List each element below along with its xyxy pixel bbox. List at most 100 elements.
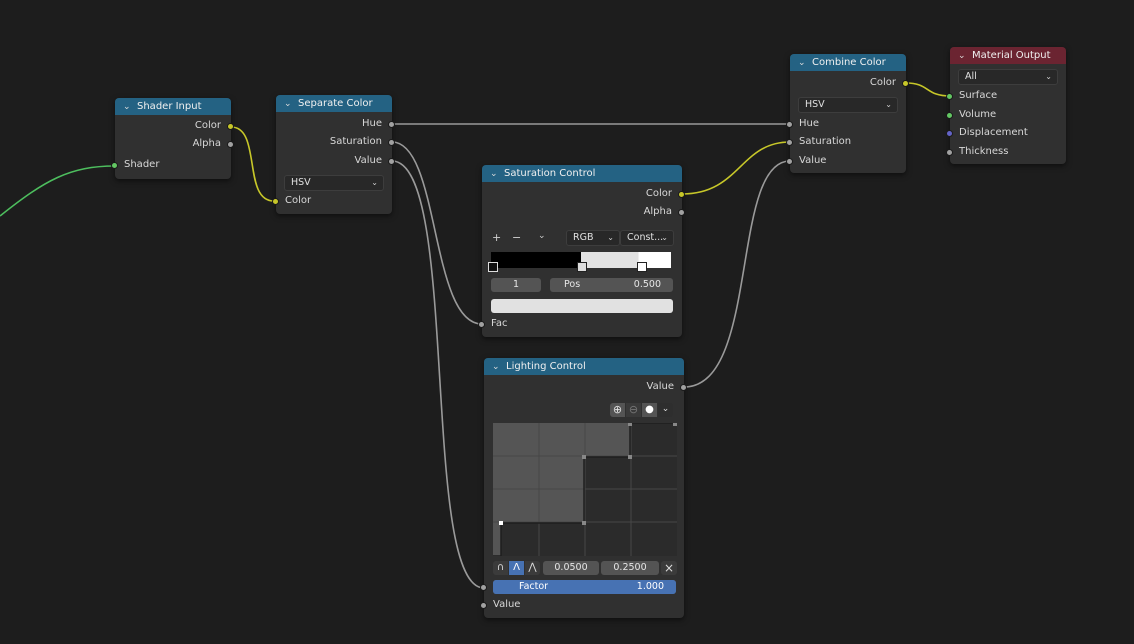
factor-slider[interactable]: Factor 1.000 bbox=[493, 580, 676, 594]
input-thickness-label: Thickness bbox=[959, 146, 1009, 157]
output-hue-label: Hue bbox=[361, 118, 382, 129]
input-displacement-socket[interactable] bbox=[946, 130, 953, 137]
input-value-socket[interactable] bbox=[480, 602, 487, 609]
curve-preset-row: ∩ Λ ⋀ 0.0500 0.2500 × bbox=[493, 561, 677, 575]
chevron-down-icon[interactable]: ⌄ bbox=[958, 51, 968, 61]
position-field[interactable]: Pos 0.500 bbox=[550, 278, 673, 292]
chevron-down-icon[interactable]: ⌄ bbox=[658, 403, 673, 417]
wire-saturation bbox=[391, 141, 483, 325]
node-title: Shader Input bbox=[137, 101, 202, 112]
position-label: Pos bbox=[564, 279, 581, 290]
input-hue-socket[interactable] bbox=[786, 121, 793, 128]
node-header[interactable]: ⌄ Saturation Control bbox=[482, 165, 682, 182]
ramp-stop-handle[interactable] bbox=[577, 262, 587, 272]
curve-tools: ⊕ ⊖ ● ⌄ bbox=[610, 403, 676, 417]
add-stop-button[interactable]: + bbox=[492, 231, 501, 244]
chevron-down-icon: ⌄ bbox=[1045, 72, 1052, 81]
output-alpha-socket[interactable] bbox=[227, 141, 234, 148]
active-stop-field[interactable]: 1 bbox=[491, 278, 541, 292]
chevron-down-icon[interactable]: ⌄ bbox=[492, 362, 502, 372]
node-material-output[interactable]: ⌄ Material Output All ⌄ Surface Volume Dis… bbox=[946, 47, 1066, 164]
node-shader-input[interactable]: ⌄ Shader Input Color Alpha Shader bbox=[111, 98, 234, 179]
factor-socket[interactable] bbox=[480, 584, 487, 591]
color-mode-dropdown[interactable]: RGB ⌄ bbox=[566, 230, 620, 246]
node-title: Lighting Control bbox=[506, 361, 586, 372]
node-header[interactable]: ⌄ Separate Color bbox=[276, 95, 392, 112]
node-separate-color[interactable]: ⌄ Separate Color Hue Saturation Value HSV… bbox=[272, 95, 395, 214]
dot-icon[interactable]: ● bbox=[642, 403, 657, 417]
target-value: All bbox=[965, 71, 977, 82]
chevron-down-icon: ⌄ bbox=[885, 100, 892, 109]
input-displacement-label: Displacement bbox=[959, 127, 1028, 138]
node-combine-color[interactable]: ⌄ Combine Color Color HSV ⌄ Hue Saturation… bbox=[786, 54, 909, 173]
target-dropdown[interactable]: All ⌄ bbox=[958, 69, 1058, 85]
wire-color-to-separate bbox=[230, 126, 275, 202]
input-volume-socket[interactable] bbox=[946, 112, 953, 119]
wire-light-value bbox=[683, 160, 791, 388]
output-color-socket[interactable] bbox=[227, 123, 234, 130]
curve-max-field[interactable]: 0.2500 bbox=[601, 561, 659, 575]
zoom-in-icon[interactable]: ⊕ bbox=[610, 403, 625, 417]
mode-dropdown[interactable]: HSV ⌄ bbox=[798, 97, 898, 113]
output-color-label: Color bbox=[194, 120, 221, 131]
input-fac-label: Fac bbox=[491, 318, 508, 329]
node-saturation-control[interactable]: ⌄ Saturation Control Color Alpha + − ⌄ RG… bbox=[478, 165, 685, 337]
color-mode-value: RGB bbox=[573, 232, 594, 243]
input-volume-label: Volume bbox=[959, 109, 997, 120]
input-fac-socket[interactable] bbox=[478, 321, 485, 328]
curve-graph[interactable] bbox=[493, 423, 677, 556]
interpolation-dropdown[interactable]: Const... ⌄ bbox=[620, 230, 674, 246]
curve-vector-icon[interactable]: Λ bbox=[509, 561, 524, 575]
output-color-label: Color bbox=[645, 188, 672, 199]
input-color-socket[interactable] bbox=[272, 198, 279, 205]
input-surface-label: Surface bbox=[959, 90, 998, 101]
output-saturation-socket[interactable] bbox=[388, 139, 395, 146]
input-shader-socket[interactable] bbox=[111, 162, 118, 169]
position-value: 0.500 bbox=[633, 279, 661, 290]
output-alpha-label: Alpha bbox=[192, 138, 221, 149]
ramp-color-swatch[interactable] bbox=[491, 299, 673, 313]
input-value-socket[interactable] bbox=[786, 158, 793, 165]
node-title: Material Output bbox=[972, 50, 1051, 61]
mode-dropdown[interactable]: HSV ⌄ bbox=[284, 175, 384, 191]
node-title: Combine Color bbox=[812, 57, 886, 68]
ramp-stop-handle[interactable] bbox=[488, 262, 498, 272]
remove-stop-button[interactable]: − bbox=[512, 231, 521, 244]
input-saturation-socket[interactable] bbox=[786, 139, 793, 146]
output-color-socket[interactable] bbox=[678, 191, 685, 198]
chevron-down-icon: ⌄ bbox=[661, 233, 668, 242]
node-lighting-control[interactable]: ⌄ Lighting Control Value ⊕ ⊖ ● ⌄ ∩ Λ ⋀ 0… bbox=[480, 358, 687, 618]
ramp-stop-handle[interactable] bbox=[637, 262, 647, 272]
mode-value: HSV bbox=[805, 99, 825, 110]
node-header[interactable]: ⌄ Lighting Control bbox=[484, 358, 684, 375]
chevron-down-icon[interactable]: ⌄ bbox=[490, 169, 500, 179]
close-icon[interactable]: × bbox=[661, 561, 677, 575]
factor-label: Factor bbox=[519, 581, 549, 592]
clipping-icon[interactable]: ⊖ bbox=[626, 403, 641, 417]
curve-smooth-icon[interactable]: ∩ bbox=[493, 561, 508, 575]
node-header[interactable]: ⌄ Combine Color bbox=[790, 54, 906, 71]
chevron-down-icon[interactable]: ⌄ bbox=[284, 99, 294, 109]
mode-value: HSV bbox=[291, 177, 311, 188]
output-value-label: Value bbox=[646, 381, 674, 392]
output-color-socket[interactable] bbox=[902, 80, 909, 87]
input-saturation-label: Saturation bbox=[799, 136, 852, 147]
color-ramp-bar[interactable] bbox=[488, 252, 671, 272]
input-color-label: Color bbox=[285, 195, 312, 206]
chevron-down-icon[interactable]: ⌄ bbox=[123, 102, 133, 112]
chevron-down-icon[interactable]: ⌄ bbox=[538, 231, 546, 241]
factor-value: 1.000 bbox=[636, 581, 664, 592]
output-hue-socket[interactable] bbox=[388, 121, 395, 128]
node-header[interactable]: ⌄ Material Output bbox=[950, 47, 1066, 64]
chevron-down-icon: ⌄ bbox=[371, 178, 378, 187]
node-header[interactable]: ⌄ Shader Input bbox=[115, 98, 231, 115]
output-value-socket[interactable] bbox=[388, 158, 395, 165]
chevron-down-icon[interactable]: ⌄ bbox=[798, 58, 808, 68]
output-alpha-socket[interactable] bbox=[678, 209, 685, 216]
curve-extend-icon[interactable]: ⋀ bbox=[525, 561, 540, 575]
input-surface-socket[interactable] bbox=[946, 93, 953, 100]
output-value-socket[interactable] bbox=[680, 384, 687, 391]
output-color-label: Color bbox=[869, 77, 896, 88]
input-thickness-socket[interactable] bbox=[946, 149, 953, 156]
curve-min-field[interactable]: 0.0500 bbox=[543, 561, 599, 575]
